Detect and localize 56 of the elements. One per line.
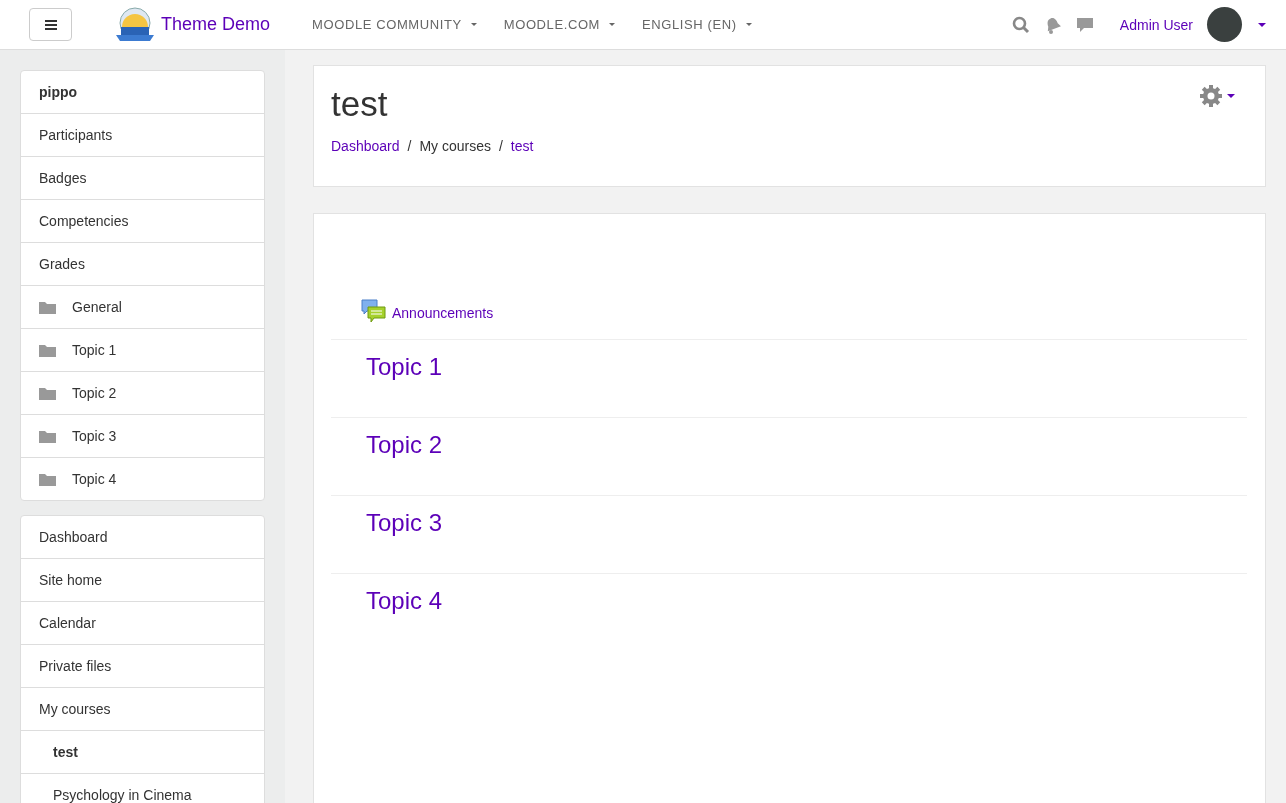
nav-menu-link[interactable]: MOODLE.COM bbox=[503, 17, 616, 32]
caret-icon bbox=[745, 23, 752, 26]
caret-icon[interactable] bbox=[1258, 22, 1266, 27]
section-title-link[interactable]: Topic 4 bbox=[366, 587, 443, 614]
folder-icon bbox=[39, 386, 56, 400]
sidebar-item-label: General bbox=[72, 299, 122, 315]
sidebar-item[interactable]: Psychology in Cinema bbox=[21, 774, 264, 803]
avatar[interactable] bbox=[1207, 7, 1242, 42]
section-title-link[interactable]: Topic 2 bbox=[366, 431, 443, 458]
forum-icon bbox=[361, 299, 386, 323]
breadcrumb-link[interactable]: Dashboard bbox=[331, 138, 400, 154]
sidebar-item-label: Topic 3 bbox=[72, 428, 117, 444]
section-title-link[interactable]: Topic 3 bbox=[366, 509, 443, 536]
sidebar-item[interactable]: Competencies bbox=[21, 200, 264, 243]
folder-icon bbox=[39, 429, 56, 443]
caret-icon bbox=[609, 23, 616, 26]
sidebar-item[interactable]: Dashboard bbox=[21, 516, 264, 559]
sidebar-item[interactable]: Badges bbox=[21, 157, 264, 200]
sidebar-item[interactable]: Topic 3 bbox=[21, 415, 264, 458]
course-name[interactable]: pippo bbox=[21, 71, 264, 114]
nav-menu-link[interactable]: MOODLE COMMUNITY bbox=[312, 17, 477, 32]
chat-icon[interactable] bbox=[1075, 15, 1094, 34]
sidebar-item[interactable]: Topic 1 bbox=[21, 329, 264, 372]
sidebar-item-label: Topic 4 bbox=[72, 471, 117, 487]
menu-icon bbox=[44, 19, 57, 30]
sidebar-item-label: Topic 2 bbox=[72, 385, 117, 401]
settings-menu[interactable] bbox=[1199, 84, 1235, 108]
folder-icon bbox=[39, 300, 56, 314]
sidebar-item[interactable]: test bbox=[21, 731, 264, 774]
sidebar-item[interactable]: My courses bbox=[21, 688, 264, 731]
menu-button[interactable] bbox=[29, 8, 72, 41]
section-title-link[interactable]: Topic 1 bbox=[366, 353, 443, 380]
sidebar-item[interactable]: Topic 2 bbox=[21, 372, 264, 415]
sidebar-item[interactable]: Grades bbox=[21, 243, 264, 286]
sidebar-item[interactable]: Private files bbox=[21, 645, 264, 688]
folder-icon bbox=[39, 343, 56, 357]
sidebar-item-label: Topic 1 bbox=[72, 342, 117, 358]
activity-link[interactable]: Announcements bbox=[392, 305, 494, 321]
breadcrumb-item: My courses bbox=[419, 138, 491, 154]
caret-icon bbox=[470, 23, 477, 26]
nav-menu-link[interactable]: ENGLISH (EN) bbox=[642, 17, 752, 32]
breadcrumb-separator: / bbox=[498, 138, 503, 154]
sidebar-item[interactable]: Site home bbox=[21, 559, 264, 602]
logo-drawing bbox=[113, 6, 157, 43]
page-title: test bbox=[331, 84, 388, 124]
folder-icon bbox=[39, 472, 56, 486]
breadcrumb-separator: / bbox=[407, 138, 412, 154]
sidebar-item[interactable]: Calendar bbox=[21, 602, 264, 645]
caret-icon bbox=[1227, 94, 1235, 98]
breadcrumb-link[interactable]: test bbox=[510, 138, 534, 154]
sidebar-item[interactable]: Topic 4 bbox=[21, 458, 264, 500]
sidebar-item[interactable]: Participants bbox=[21, 114, 264, 157]
sidebar-item[interactable]: General bbox=[21, 286, 264, 329]
site-name-link[interactable]: Theme Demo bbox=[161, 14, 271, 35]
user-name-link[interactable]: Admin User bbox=[1119, 16, 1193, 33]
search-icon[interactable] bbox=[1011, 15, 1030, 34]
